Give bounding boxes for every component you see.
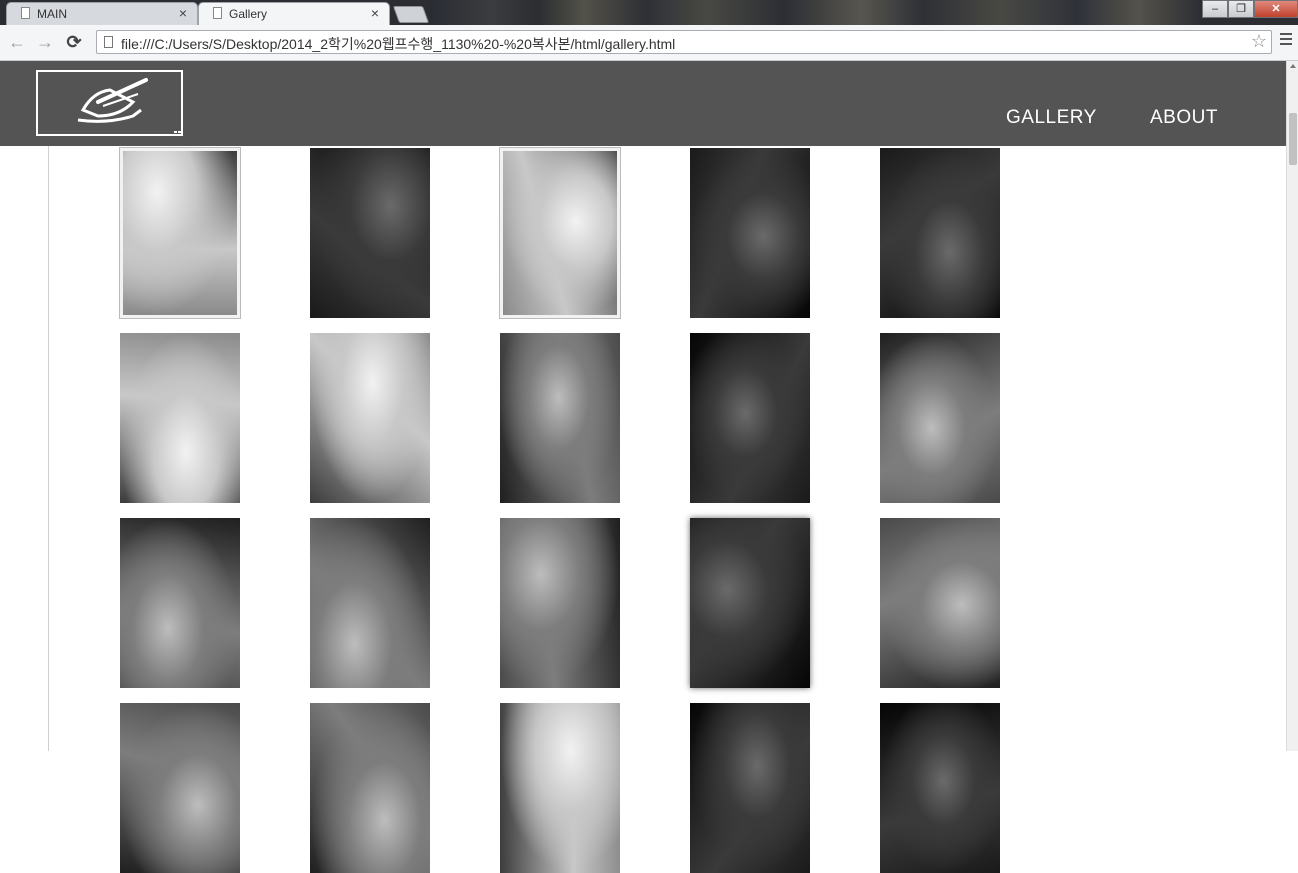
- bookmark-star-icon[interactable]: ☆: [1251, 31, 1267, 52]
- gallery-thumbnail[interactable]: [500, 333, 620, 503]
- logo[interactable]: [36, 70, 183, 136]
- scroll-up-arrow-icon[interactable]: [1290, 64, 1296, 68]
- browser-tab-strip: MAIN × Gallery × – ❐ ✕: [0, 0, 1298, 25]
- window-controls: – ❐ ✕: [1202, 0, 1298, 20]
- new-tab-button[interactable]: [392, 6, 430, 23]
- close-window-button[interactable]: ✕: [1254, 0, 1298, 18]
- back-icon[interactable]: ←: [6, 31, 28, 53]
- nav-gallery-link[interactable]: GALLERY: [1006, 107, 1097, 129]
- tab-gallery[interactable]: Gallery ×: [198, 2, 390, 25]
- reload-icon[interactable]: ⟳: [63, 31, 85, 53]
- scrollbar-thumb[interactable]: [1289, 113, 1297, 165]
- gallery-thumbnail[interactable]: [880, 148, 1000, 318]
- vertical-scrollbar[interactable]: [1286, 61, 1298, 751]
- gallery-thumbnail[interactable]: [499, 147, 621, 319]
- gallery-thumbnail[interactable]: [690, 333, 810, 503]
- gallery-thumbnail[interactable]: [310, 518, 430, 688]
- window-background: [430, 0, 1200, 25]
- close-tab-icon[interactable]: ×: [371, 5, 379, 21]
- gallery-thumbnail[interactable]: [310, 148, 430, 318]
- gallery-thumbnail[interactable]: [120, 518, 240, 688]
- gallery-thumbnail[interactable]: [880, 518, 1000, 688]
- address-bar[interactable]: file:///C:/Users/S/Desktop/2014_2학기%20웹프…: [96, 30, 1272, 54]
- page-content: [48, 146, 1287, 873]
- tab-title: MAIN: [37, 7, 67, 21]
- hand-writing-logo-icon: [77, 78, 181, 133]
- menu-icon[interactable]: [1280, 33, 1292, 48]
- url-text[interactable]: file:///C:/Users/S/Desktop/2014_2학기%20웹프…: [121, 34, 675, 54]
- minimize-button[interactable]: –: [1202, 0, 1228, 18]
- gallery-thumbnail[interactable]: [500, 703, 620, 873]
- page-icon: [21, 7, 30, 19]
- page-icon: [104, 36, 113, 48]
- gallery-thumbnail[interactable]: [310, 333, 430, 503]
- gallery-thumbnail[interactable]: [500, 518, 620, 688]
- browser-toolbar: ← → ⟳ file:///C:/Users/S/Desktop/2014_2학…: [0, 25, 1298, 61]
- page-icon: [213, 7, 222, 19]
- close-tab-icon[interactable]: ×: [179, 5, 187, 21]
- forward-icon[interactable]: →: [34, 31, 56, 53]
- gallery-thumbnail[interactable]: [120, 333, 240, 503]
- gallery-thumbnail[interactable]: [120, 703, 240, 873]
- gallery-thumbnail[interactable]: [119, 147, 241, 319]
- gallery-thumbnail[interactable]: [880, 703, 1000, 873]
- gallery-thumbnail[interactable]: [690, 148, 810, 318]
- restore-button[interactable]: ❐: [1228, 0, 1254, 18]
- gallery-thumbnail[interactable]: [690, 518, 810, 688]
- gallery-thumbnail[interactable]: [880, 333, 1000, 503]
- tab-main[interactable]: MAIN ×: [6, 2, 198, 25]
- gallery-thumbnail[interactable]: [310, 703, 430, 873]
- tab-title: Gallery: [229, 7, 268, 21]
- gallery-thumbnail[interactable]: [690, 703, 810, 873]
- site-header: GALLERY ABOUT: [0, 61, 1286, 146]
- nav-about-link[interactable]: ABOUT: [1150, 107, 1218, 129]
